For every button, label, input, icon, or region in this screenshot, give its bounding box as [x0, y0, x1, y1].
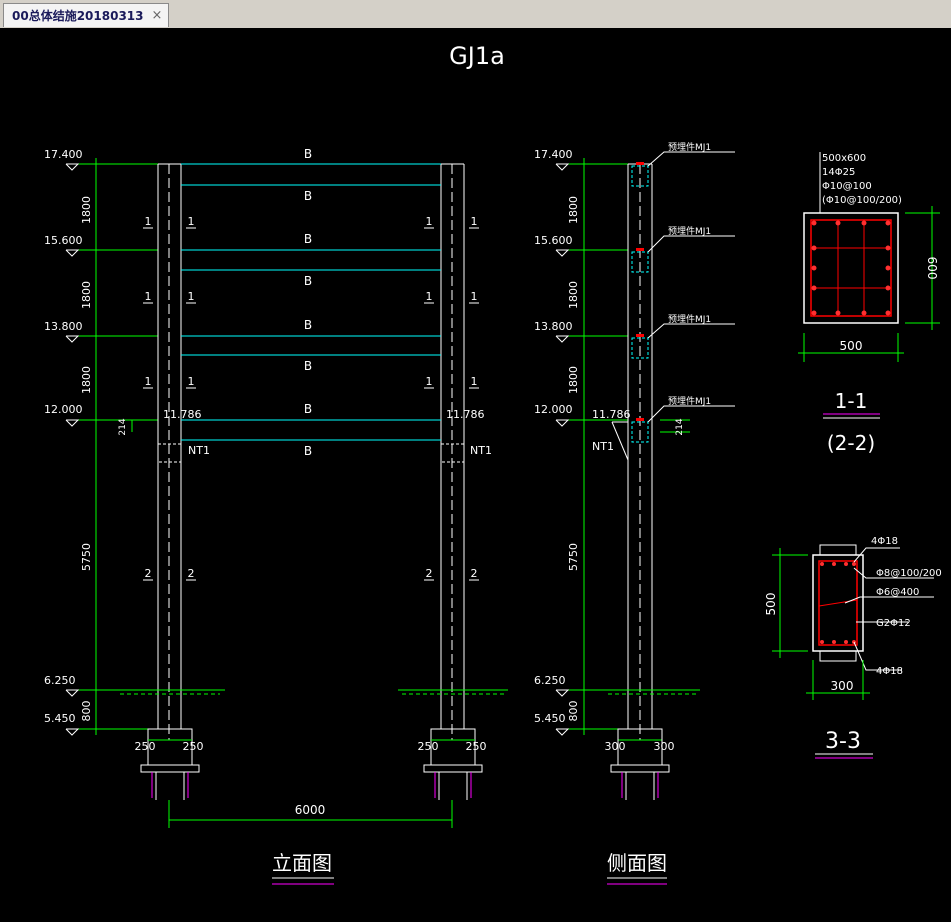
- section-bars: 4Φ18: [876, 666, 903, 677]
- section-mark: 1: [188, 375, 195, 388]
- beam-label: B: [304, 232, 312, 246]
- nt-label: NT1: [592, 440, 614, 453]
- dim-text: 300: [831, 679, 854, 693]
- dim-text: 214: [675, 418, 685, 435]
- elevation-label: 13.800: [44, 320, 83, 333]
- dim-text: 1800: [567, 196, 580, 224]
- section-mark: 1: [145, 215, 152, 228]
- elevation-label: 12.000: [534, 403, 573, 416]
- beam-label: B: [304, 274, 312, 288]
- elevation-label: 12.000: [44, 403, 83, 416]
- close-icon[interactable]: ×: [152, 8, 163, 23]
- section-g2: G2Φ12: [876, 618, 911, 629]
- section-mark: 1: [188, 290, 195, 303]
- beam-label: B: [304, 189, 312, 203]
- section-mark: 1: [426, 290, 433, 303]
- mj-label: 预埋件MJ1: [668, 395, 711, 407]
- section-mark: 1: [426, 215, 433, 228]
- elevation-label: 17.400: [44, 148, 83, 161]
- dim-text: 300: [654, 740, 675, 753]
- elevation-label: 11.786: [163, 408, 202, 421]
- section-mark: 1: [471, 215, 478, 228]
- elevation-label: 5.450: [44, 712, 76, 725]
- document-tab-bar: 00总体结施20180313 ×: [0, 0, 951, 29]
- dim-text: 250: [135, 740, 156, 753]
- section-stirrup: Φ10@100: [822, 181, 872, 192]
- section-mark: 1: [188, 215, 195, 228]
- elevation-label: 13.800: [534, 320, 573, 333]
- section-mark: 1: [145, 290, 152, 303]
- dim-text: 600: [925, 257, 939, 280]
- section-size: 500x600: [822, 153, 866, 164]
- dim-text: 1800: [567, 366, 580, 394]
- section-tie: Φ6@400: [876, 587, 919, 598]
- document-tab[interactable]: 00总体结施20180313 ×: [3, 3, 170, 27]
- mj-label: 预埋件MJ1: [668, 141, 711, 153]
- dim-text: 250: [183, 740, 204, 753]
- beam-label: B: [304, 147, 312, 161]
- mj-label: 预埋件MJ1: [668, 225, 711, 237]
- section-mark: 2: [471, 567, 478, 580]
- section-main-bars: 14Φ25: [822, 167, 855, 178]
- dim-text: 500: [840, 339, 863, 353]
- drawing-title: GJ1a: [449, 42, 505, 70]
- elevation-label: 6.250: [534, 674, 566, 687]
- section-mark: 1: [145, 375, 152, 388]
- elevation-label: 6.250: [44, 674, 76, 687]
- dim-text: 1800: [80, 281, 93, 309]
- side-elevation: 17.400 15.600 13.800 12.000 6.250 5.450 …: [534, 141, 735, 885]
- dim-text: 214: [118, 418, 128, 435]
- section-mark: 2: [426, 567, 433, 580]
- dim-text: 800: [80, 701, 93, 722]
- section-3-3: 4Φ18 Φ8@100/200 Φ6@400 G2Φ12 4Φ18 500 30…: [764, 536, 942, 759]
- dim-text: 800: [567, 701, 580, 722]
- beam-label: B: [304, 318, 312, 332]
- section-stirrup: (Φ10@100/200): [822, 195, 902, 206]
- section-stirrup: Φ8@100/200: [876, 568, 942, 579]
- dim-text: 5750: [80, 543, 93, 571]
- dim-text: 6000: [295, 803, 326, 817]
- section-mark: 1: [471, 290, 478, 303]
- section-mark: 2: [188, 567, 195, 580]
- front-elevation: 17.400 15.600 13.800 12.000 6.250 5.450 …: [44, 147, 508, 885]
- elevation-label: 15.600: [44, 234, 83, 247]
- beam-label: B: [304, 359, 312, 373]
- elevation-label: 11.786: [592, 408, 631, 421]
- dim-text: 500: [764, 593, 778, 616]
- section-label: 3-3: [825, 729, 861, 754]
- elevation-label: 17.400: [534, 148, 573, 161]
- tab-title: 00总体结施20180313: [12, 9, 144, 23]
- section-mark: 1: [426, 375, 433, 388]
- dim-text: 250: [418, 740, 439, 753]
- dim-text: 1800: [80, 366, 93, 394]
- mj-label: 预埋件MJ1: [668, 313, 711, 325]
- dim-text: 250: [466, 740, 487, 753]
- dim-text: 1800: [80, 196, 93, 224]
- elevation-label: 11.786: [446, 408, 485, 421]
- section-label: (2-2): [827, 431, 875, 455]
- dim-text: 300: [605, 740, 626, 753]
- beam-label: B: [304, 402, 312, 416]
- section-mark: 2: [145, 567, 152, 580]
- dim-text: 5750: [567, 543, 580, 571]
- section-bars: 4Φ18: [871, 536, 898, 547]
- section-label: 1-1: [835, 389, 868, 413]
- front-view-title: 立面图: [272, 851, 332, 875]
- nt-label: NT1: [188, 444, 210, 457]
- nt-label: NT1: [470, 444, 492, 457]
- section-mark: 1: [471, 375, 478, 388]
- dim-text: 1800: [567, 281, 580, 309]
- cad-drawing-canvas[interactable]: GJ1a 17.400 15.600 13.800 12.000 6.250 5…: [0, 28, 951, 918]
- section-1-1: 500x600 14Φ25 Φ10@100 (Φ10@100/200) 500 …: [798, 152, 940, 455]
- elevation-label: 15.600: [534, 234, 573, 247]
- side-view-title: 侧面图: [607, 851, 667, 875]
- beam-label: B: [304, 444, 312, 458]
- elevation-label: 5.450: [534, 712, 566, 725]
